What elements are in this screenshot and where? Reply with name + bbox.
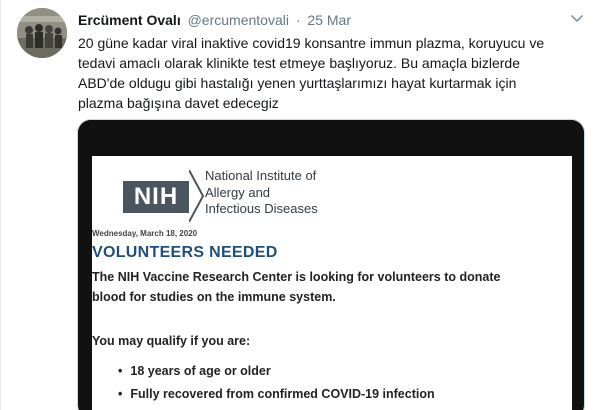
tweet-text: 20 güne kadar viral inaktive covid19 kon…: [78, 33, 593, 113]
tweet-media-image[interactable]: NIH National Institute of Allergy and In…: [77, 119, 585, 410]
tweet-text-line: ABD'de oldugu gibi hastalığı yenen yurtt…: [78, 75, 517, 91]
chevron-down-icon[interactable]: [568, 12, 586, 26]
tweet-header: Ercüment Ovalı @ercumentovali · 25 Mar: [78, 11, 580, 29]
qualification-item: 18 years of age or older: [118, 361, 435, 384]
avatar[interactable]: [17, 8, 67, 58]
tweet-text-line: plazma bağışına davet edecegiz: [78, 95, 279, 111]
flyer-date: Wednesday, March 18, 2020: [92, 229, 198, 238]
avatar-photo: [17, 8, 67, 58]
qualification-list: 18 years of age or older Fully recovered…: [118, 361, 435, 407]
institute-line: National Institute of: [205, 168, 317, 183]
nih-flyer: NIH National Institute of Allergy and In…: [92, 156, 572, 410]
tweet-text-line: 20 güne kadar viral inaktive covid19 kon…: [78, 35, 545, 51]
flyer-headline: VOLUNTEERS NEEDED: [92, 244, 278, 261]
lede-line: blood for studies on the immune system.: [92, 290, 336, 304]
author-handle[interactable]: @ercumentovali: [188, 12, 289, 28]
nih-logo-chevron-icon: [189, 170, 205, 222]
institute-line: Infectious Diseases: [205, 201, 318, 216]
tweet-timestamp[interactable]: 25 Mar: [307, 12, 351, 28]
flyer-lede: The NIH Vaccine Research Center is looki…: [92, 267, 562, 307]
lede-line: The NIH Vaccine Research Center is looki…: [92, 270, 501, 284]
institute-line: Allergy and: [205, 184, 271, 200]
tweet-text-line: tedavi amaclı olarak klinikte test etmey…: [78, 55, 520, 71]
qualify-heading: You may qualify if you are:: [92, 334, 251, 348]
nih-logo: NIH: [123, 181, 189, 213]
media-dark-band: [78, 120, 584, 156]
author-name[interactable]: Ercüment Ovalı: [78, 12, 181, 28]
qualification-item: Fully recovered from confirmed COVID-19 …: [118, 384, 434, 407]
separator-dot: ·: [295, 12, 301, 28]
institute-name: National Institute of Allergy and Infect…: [205, 168, 318, 218]
tweet-card[interactable]: Ercüment Ovalı @ercumentovali · 25 Mar 2…: [0, 0, 600, 410]
